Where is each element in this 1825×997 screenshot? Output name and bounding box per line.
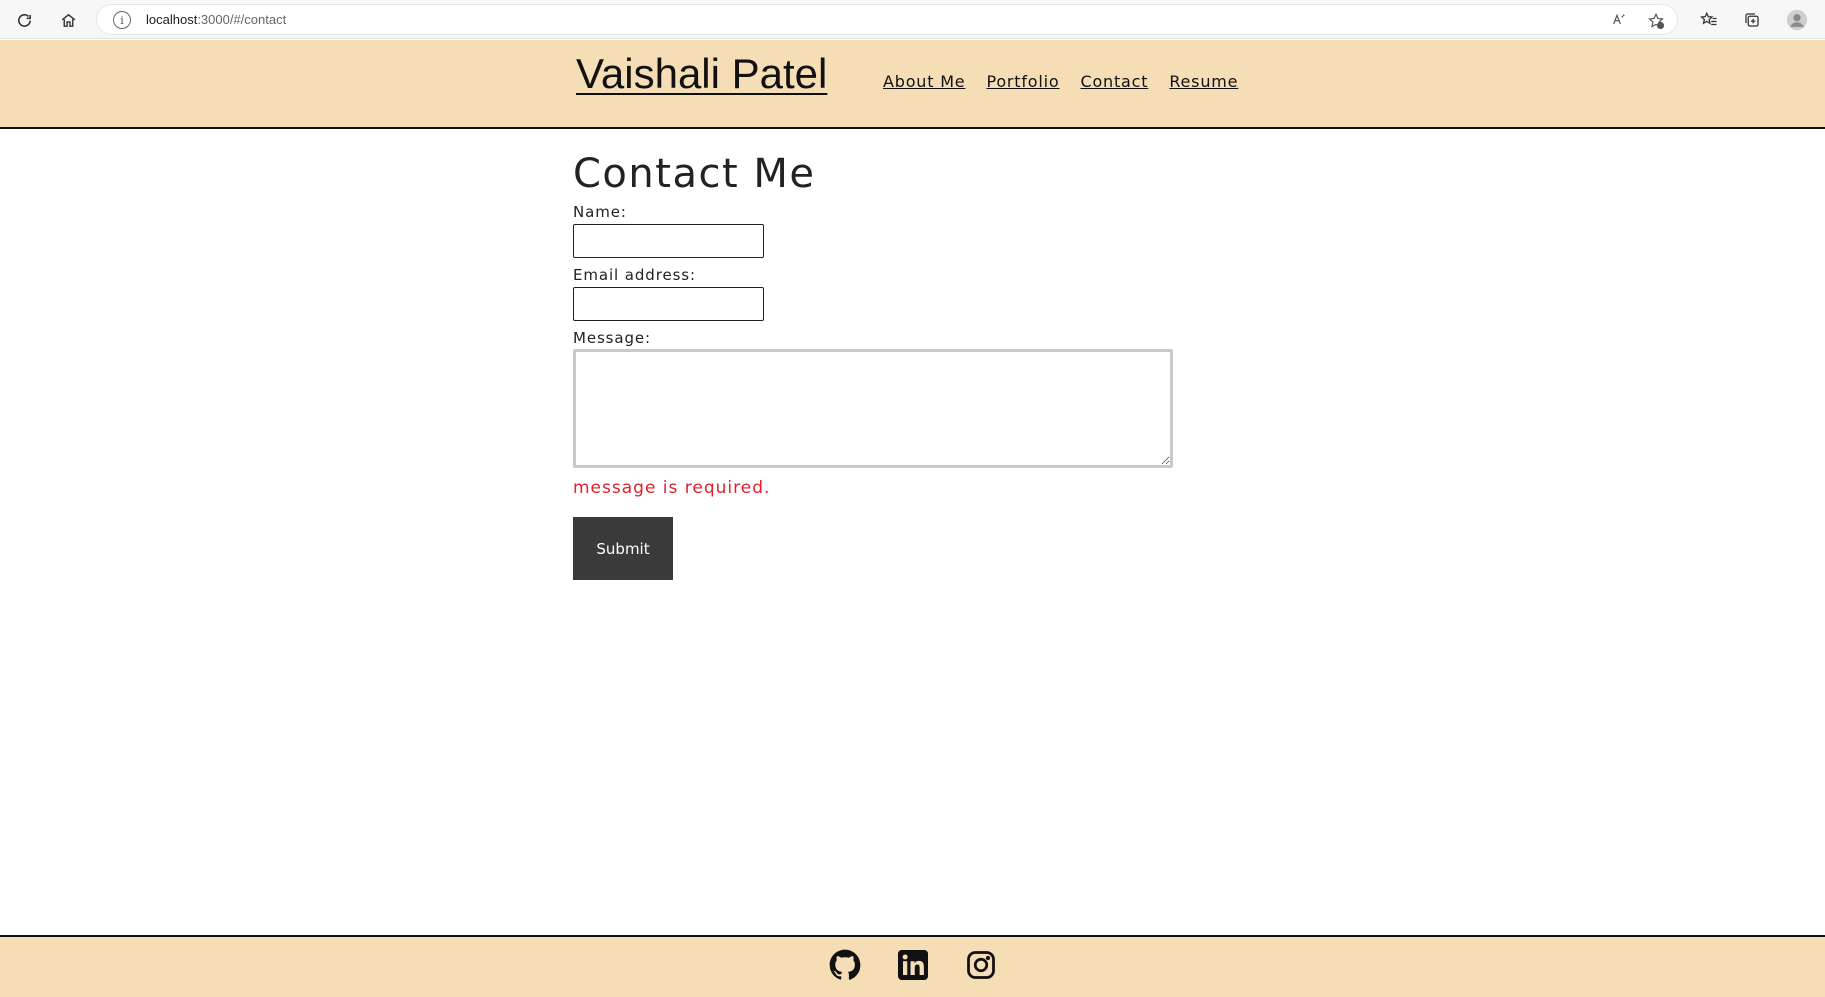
address-bar[interactable]: i localhost:3000/#/contact <box>96 4 1678 35</box>
main-nav: About Me Portfolio Contact Resume <box>883 72 1238 91</box>
site-header: Vaishali Patel About Me Portfolio Contac… <box>0 40 1825 129</box>
address-url[interactable]: localhost:3000/#/contact <box>146 12 286 27</box>
read-aloud-icon[interactable] <box>1611 12 1627 32</box>
submit-button[interactable]: Submit <box>573 517 673 580</box>
name-input[interactable] <box>573 224 764 258</box>
browser-toolbar: i localhost:3000/#/contact <box>0 0 1825 39</box>
github-icon <box>829 949 861 985</box>
contact-section: Contact Me Name: Email address: Message:… <box>573 150 1173 580</box>
nav-portfolio[interactable]: Portfolio <box>986 72 1059 91</box>
add-favorite-icon[interactable] <box>1647 12 1665 34</box>
site-footer <box>0 935 1825 997</box>
favorites-icon[interactable] <box>1697 8 1721 32</box>
linkedin-link[interactable] <box>896 950 930 984</box>
nav-contact[interactable]: Contact <box>1080 72 1148 91</box>
linkedin-icon <box>897 950 928 984</box>
reload-icon[interactable] <box>12 8 36 32</box>
page-title: Contact Me <box>573 151 816 197</box>
message-textarea[interactable] <box>573 349 1173 468</box>
url-host: localhost <box>146 12 198 27</box>
github-link[interactable] <box>828 949 862 985</box>
collections-icon[interactable] <box>1740 8 1764 32</box>
instagram-icon <box>966 950 996 984</box>
nav-about-me[interactable]: About Me <box>883 72 965 91</box>
brand-link[interactable]: Vaishali Patel <box>576 50 827 98</box>
email-input[interactable] <box>573 287 764 321</box>
name-label: Name: <box>573 203 627 221</box>
home-icon[interactable] <box>56 8 80 32</box>
error-message: message is required. <box>573 478 771 498</box>
contact-form: Name: Email address: Message: message is… <box>573 203 1173 580</box>
nav-resume[interactable]: Resume <box>1169 72 1238 91</box>
email-label: Email address: <box>573 266 696 284</box>
url-path: :3000/#/contact <box>197 12 287 27</box>
message-label: Message: <box>573 329 651 347</box>
instagram-link[interactable] <box>964 950 998 984</box>
profile-avatar-icon[interactable] <box>1785 8 1809 32</box>
site-info-icon[interactable]: i <box>113 11 131 29</box>
